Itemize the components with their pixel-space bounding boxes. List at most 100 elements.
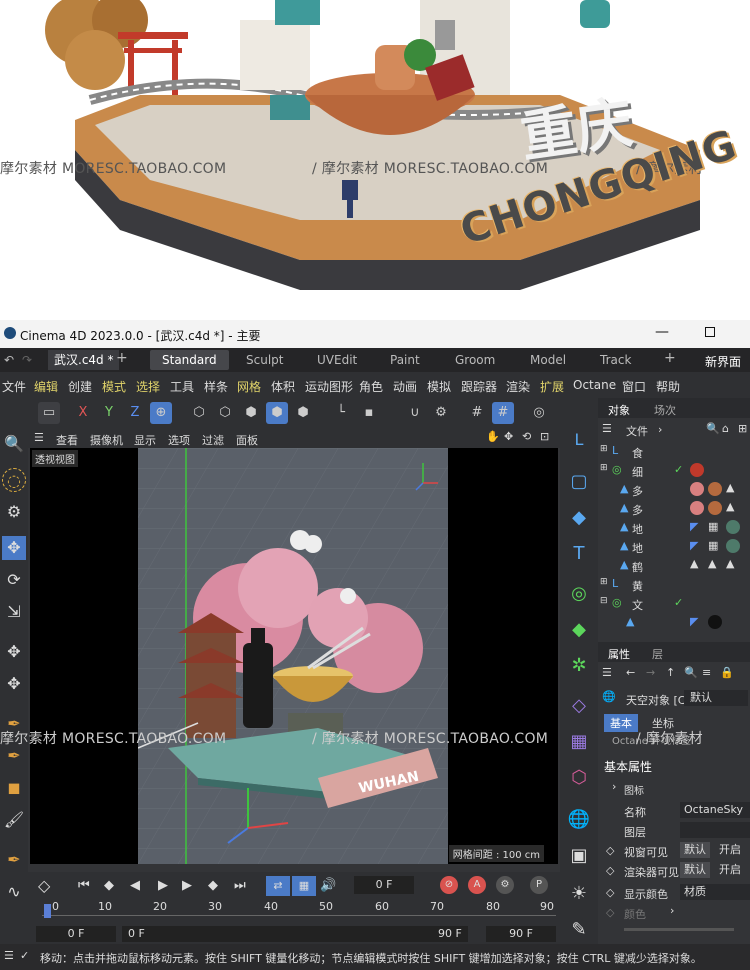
hamburger-icon[interactable]: ☰ (602, 422, 612, 435)
tab-takes[interactable]: 场次 (654, 402, 676, 418)
menu-help[interactable]: 帮助 (656, 378, 680, 395)
go-start-icon[interactable]: ⏮ (78, 878, 90, 893)
workplane-icon[interactable]: # (492, 402, 514, 424)
snap-settings-icon[interactable]: ⚙ (430, 402, 452, 424)
back-arrow-icon[interactable]: ← (626, 666, 635, 679)
transform-icon[interactable]: ✥ (2, 640, 26, 664)
chevron-right-icon[interactable]: › (612, 780, 616, 793)
menu-mograph[interactable]: 运动图形 (305, 378, 353, 395)
tab-groom[interactable]: Groom (455, 353, 495, 367)
tab-sculpt[interactable]: Sculpt (246, 353, 283, 367)
cube-icon[interactable]: ◆ (567, 506, 591, 530)
menu-tracker[interactable]: 跟踪器 (461, 378, 497, 395)
vp-menu-filter[interactable]: 过滤 (202, 432, 224, 448)
points-mode-icon[interactable]: ⬡ (188, 402, 210, 424)
move-icon[interactable]: ✥ (2, 536, 26, 560)
list-item[interactable]: ▲ 多 ▲ (598, 480, 750, 499)
filter-icon[interactable]: ≡ (702, 666, 711, 679)
list-item[interactable]: ⊟ ◎ 文 ✓ (598, 594, 750, 613)
place-icon[interactable]: ✥ (2, 672, 26, 696)
menu-tools[interactable]: 工具 (170, 378, 194, 395)
undo-icon[interactable]: ↶ (4, 353, 14, 367)
objects-file-menu[interactable]: 文件 (626, 423, 648, 439)
menu-mesh[interactable]: 网格 (237, 378, 261, 395)
sky-icon[interactable]: 🌐 (567, 808, 591, 832)
vp-menu-view[interactable]: 查看 (56, 432, 78, 448)
generator-icon[interactable]: ◎ (567, 582, 591, 606)
list-item[interactable]: ⊞ ◎ 细 ✓ (598, 461, 750, 480)
menu-simulate[interactable]: 模拟 (427, 378, 451, 395)
brush-icon[interactable]: 🖌 (2, 808, 26, 832)
cloner-icon[interactable]: ◆ (567, 618, 591, 642)
edges-mode-icon[interactable]: ⬡ (214, 402, 236, 424)
select-tools-icon[interactable]: ⚙ (2, 500, 26, 524)
vp-menu-display[interactable]: 显示 (134, 432, 156, 448)
prev-frame-icon[interactable]: ◀ (130, 878, 140, 893)
copy-icon[interactable]: ⊞ (738, 422, 747, 435)
x-axis-button[interactable]: X (72, 402, 94, 424)
extrude-icon[interactable]: ∿ (2, 880, 26, 904)
chevron-right-icon[interactable]: › (670, 904, 674, 917)
tab-objects[interactable]: 对象 (608, 402, 630, 418)
keyframe-icon[interactable]: ◇ (606, 906, 614, 919)
scene-render[interactable]: WUHAN (138, 448, 448, 864)
doc-tab[interactable]: 武汉.c4d * (48, 350, 120, 370)
viewport-visible-default[interactable]: 默认 (680, 842, 710, 858)
start-frame-field[interactable]: 0 F (36, 926, 116, 942)
search-icon[interactable]: 🔍 (684, 666, 698, 679)
keyframe-icon[interactable]: ◇ (606, 864, 614, 877)
pan-icon[interactable]: ✋ (486, 430, 500, 443)
lock-icon[interactable]: ◎ (528, 402, 550, 424)
y-axis-button[interactable]: Y (98, 402, 120, 424)
edit-icon[interactable]: ✎ (567, 918, 591, 942)
keyframe-settings-icon[interactable]: ⚙ (496, 876, 514, 894)
tab-paint[interactable]: Paint (390, 353, 420, 367)
hamburger-icon[interactable]: ☰ (34, 431, 44, 444)
end-frame-field[interactable]: 90 F (486, 926, 556, 942)
tab-attributes[interactable]: 属性 (608, 646, 630, 662)
field-icon[interactable]: ▦ (567, 730, 591, 754)
polygons-mode-icon[interactable]: ⬢ (240, 402, 262, 424)
rotate-view-icon[interactable]: ⟲ (522, 430, 531, 443)
up-arrow-icon[interactable]: ↑ (666, 666, 675, 679)
new-layout-button[interactable]: 新界面 (705, 353, 741, 370)
render-visible-on[interactable]: 开启 (712, 862, 748, 878)
go-end-icon[interactable]: ⏭ (234, 878, 246, 893)
home-icon[interactable]: ⌂ (722, 422, 729, 435)
light-icon[interactable]: ☀ (567, 882, 591, 906)
lock-icon[interactable]: 🔒 (720, 666, 734, 679)
snap-icon[interactable]: ∪ (404, 402, 426, 424)
tab-standard[interactable]: Standard (150, 350, 229, 370)
maximize-icon[interactable] (705, 327, 715, 337)
icon-row-label[interactable]: 图标 (624, 782, 644, 797)
list-item[interactable]: ▲ ◤ (598, 613, 750, 632)
keyframe-icon[interactable]: ◇ (606, 886, 614, 899)
layer-field[interactable] (680, 822, 750, 838)
name-field[interactable]: OctaneSky (680, 802, 750, 818)
menu-edit[interactable]: 编辑 (34, 378, 58, 395)
spline-icon[interactable]: ▢ (567, 470, 591, 494)
vp-menu-panel[interactable]: 面板 (236, 432, 258, 448)
axis-mode-icon[interactable]: └ (330, 402, 352, 424)
menu-extensions[interactable]: 扩展 (540, 378, 564, 395)
vp-menu-camera[interactable]: 摄像机 (90, 432, 123, 448)
list-item[interactable]: ▲ 地 ◤ ▦ (598, 537, 750, 556)
viewport[interactable]: 透视视图 WUHAN 网格间距 : 100 cm (30, 448, 558, 864)
menu-file[interactable]: 文件 (2, 378, 26, 395)
menu-volume[interactable]: 体积 (271, 378, 295, 395)
keyframe-icon[interactable]: ◇ (38, 876, 50, 895)
render-visible-default[interactable]: 默认 (680, 862, 710, 878)
menu-render[interactable]: 渲染 (506, 378, 530, 395)
next-key-icon[interactable]: ◆ (208, 878, 218, 893)
menu-mode[interactable]: 模式 (102, 378, 126, 395)
list-item[interactable]: ▲ 多 ▲ (598, 499, 750, 518)
menu-window[interactable]: 窗口 (622, 378, 646, 395)
vp-menu-options[interactable]: 选项 (168, 432, 190, 448)
prev-key-icon[interactable]: ◆ (104, 878, 114, 893)
timeline-ruler[interactable] (42, 906, 556, 916)
list-item[interactable]: ⊞ L 黄 (598, 575, 750, 594)
record-key-icon[interactable]: ⊘ (440, 876, 458, 894)
zoom-search-icon[interactable]: 🔍 (2, 432, 26, 456)
current-frame-field[interactable]: 0 F (354, 876, 414, 894)
list-item[interactable]: ▲ 鹤 ▲ ▲ ▲ (598, 556, 750, 575)
